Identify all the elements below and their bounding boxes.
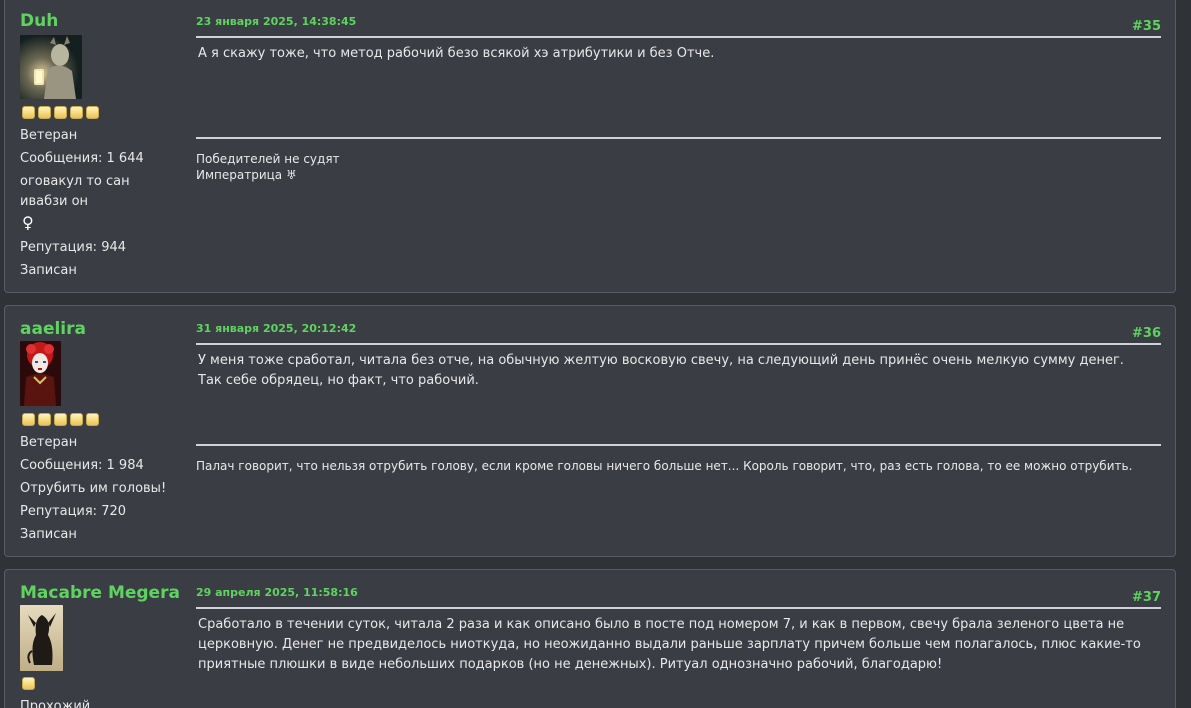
- reputation: Репутация: 944: [20, 240, 127, 255]
- post-number-link[interactable]: #35: [1132, 19, 1161, 34]
- header-divider: [196, 36, 1161, 38]
- user-rank: Ветеран: [20, 128, 78, 143]
- forum-post: Duh Ветеран Сообщения: 1 644 оговакул то…: [4, 0, 1176, 293]
- rank-star-icon: [70, 106, 83, 119]
- rank-star-icon: [38, 106, 51, 119]
- custom-status: Отрубить им головы!: [20, 481, 167, 496]
- post-message-line: У меня тоже сработал, читала без отче, н…: [198, 353, 1124, 368]
- forum-post: Macabre Megera Прохожий 29 апреля 2025, …: [4, 569, 1176, 708]
- rank-stars: [22, 677, 35, 690]
- post-number-link[interactable]: #37: [1132, 590, 1161, 605]
- post-number-link[interactable]: #36: [1132, 326, 1161, 341]
- post-date: 31 января 2025, 20:12:42: [196, 322, 357, 335]
- avatar[interactable]: [20, 35, 82, 99]
- username-link[interactable]: Duh: [20, 11, 58, 31]
- post-date: 23 января 2025, 14:38:45: [196, 15, 357, 28]
- custom-status: ивабзи он: [20, 194, 89, 209]
- rank-star-icon: [54, 413, 67, 426]
- rank-star-icon: [22, 106, 35, 119]
- forum-post: aaelira Ветеран Сообщения: 1 984 Отрубит…: [4, 305, 1176, 557]
- rank-stars: [22, 106, 99, 119]
- signature-divider: [196, 137, 1161, 139]
- custom-status: оговакул то сан: [20, 174, 130, 189]
- username-link[interactable]: aaelira: [20, 319, 86, 339]
- avatar[interactable]: [20, 605, 63, 671]
- signature-text: Победителей не судят: [196, 152, 340, 166]
- rank-star-icon: [22, 677, 35, 690]
- avatar[interactable]: [20, 341, 61, 406]
- registered-status: Записан: [20, 527, 77, 542]
- signature-text: Палач говорит, что нельзя отрубить голов…: [196, 459, 1133, 473]
- username-link[interactable]: Macabre Megera: [20, 583, 180, 603]
- registered-status: Записан: [20, 263, 77, 278]
- female-gender-icon: ♀: [22, 213, 34, 232]
- post-message: А я скажу тоже, что метод рабочий безо в…: [198, 46, 715, 61]
- post-message: У меня тоже сработал, читала без отче, н…: [198, 351, 1153, 391]
- signature-divider: [196, 444, 1161, 446]
- rank-star-icon: [86, 106, 99, 119]
- rank-stars: [22, 413, 99, 426]
- user-rank: Прохожий: [20, 699, 91, 708]
- forum-thread: Duh Ветеран Сообщения: 1 644 оговакул то…: [0, 0, 1191, 708]
- post-date: 29 апреля 2025, 11:58:16: [196, 586, 358, 599]
- message-count: Сообщения: 1 984: [20, 458, 144, 473]
- signature-text: Императрица ♅: [196, 168, 297, 182]
- header-divider: [196, 343, 1161, 345]
- rank-star-icon: [54, 106, 67, 119]
- header-divider: [196, 607, 1161, 609]
- user-rank: Ветеран: [20, 435, 78, 450]
- post-message: Сработало в течении суток, читала 2 раза…: [198, 617, 1141, 672]
- message-count: Сообщения: 1 644: [20, 151, 144, 166]
- reputation: Репутация: 720: [20, 504, 127, 519]
- rank-star-icon: [86, 413, 99, 426]
- rank-star-icon: [22, 413, 35, 426]
- rank-star-icon: [70, 413, 83, 426]
- rank-star-icon: [38, 413, 51, 426]
- post-message-line: Так себе обрядец, но факт, что рабочий.: [198, 373, 479, 388]
